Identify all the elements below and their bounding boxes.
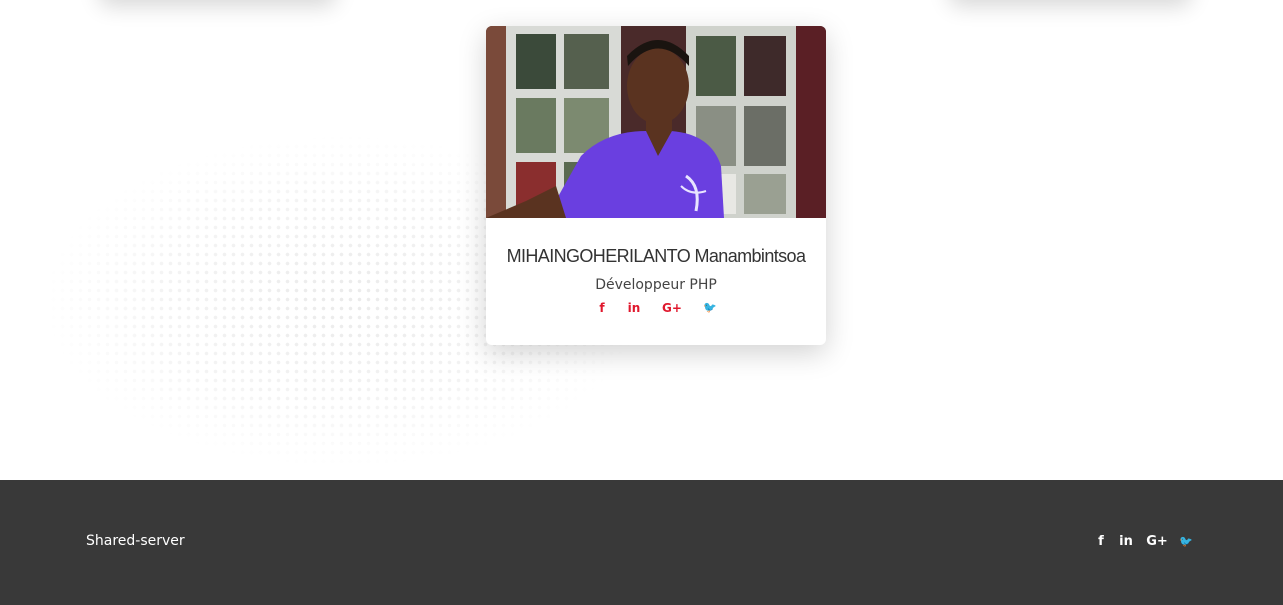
google-plus-icon[interactable]: G+ <box>1140 534 1174 550</box>
member-photo <box>486 26 826 218</box>
member-info: MIHAINGOHERILANTO Manambintsoa Développe… <box>486 218 826 316</box>
team-section: MIHAINGOHERILANTO Manambintsoa Développe… <box>0 0 1283 480</box>
footer-social-links: f in G+ 🐦 <box>1090 534 1198 550</box>
twitter-icon[interactable]: 🐦 <box>1174 534 1198 550</box>
facebook-icon[interactable]: f <box>586 300 618 316</box>
twitter-icon[interactable]: 🐦 <box>694 300 726 316</box>
site-footer: Shared-server f in G+ 🐦 <box>0 480 1283 605</box>
linkedin-icon[interactable]: in <box>1112 534 1140 550</box>
member-name: MIHAINGOHERILANTO Manambintsoa <box>506 246 806 266</box>
team-member-card: MIHAINGOHERILANTO Manambintsoa Développe… <box>486 26 826 345</box>
member-role: Développeur PHP <box>595 277 717 293</box>
google-plus-icon[interactable]: G+ <box>650 300 694 316</box>
footer-brand: Shared-server <box>86 533 185 549</box>
linkedin-icon[interactable]: in <box>618 300 650 316</box>
facebook-icon[interactable]: f <box>1090 534 1112 550</box>
member-social-links: f in G+ 🐦 <box>486 300 826 316</box>
